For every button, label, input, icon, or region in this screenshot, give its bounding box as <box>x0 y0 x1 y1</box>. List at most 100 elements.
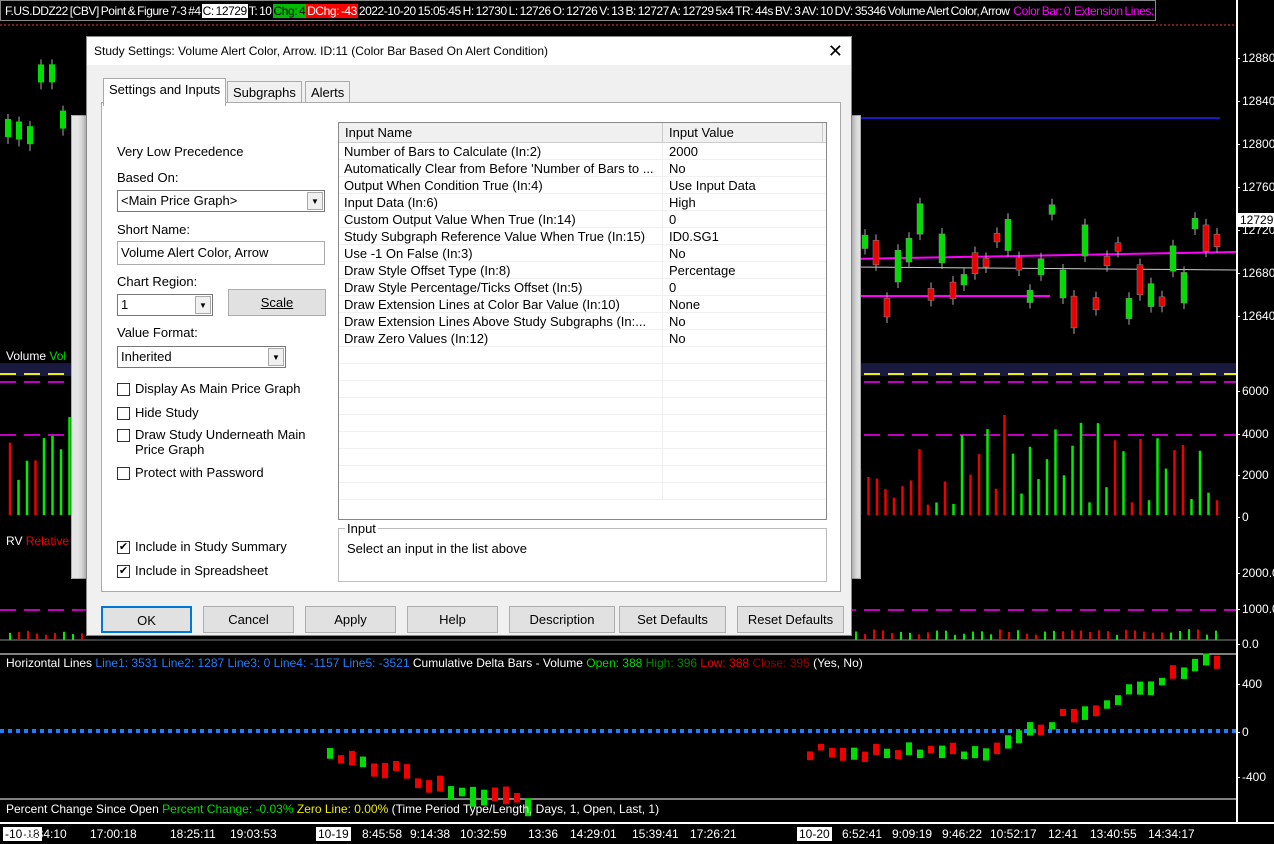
dialog-title: Study Settings: Volume Alert Color, Arro… <box>87 37 851 65</box>
daily-change-value: DChg: -43 <box>306 4 358 18</box>
input-value[interactable]: Use Input Data <box>663 177 756 193</box>
input-value[interactable]: No <box>663 313 686 329</box>
apply-button[interactable]: Apply <box>305 606 396 633</box>
description-button[interactable]: Description <box>509 606 615 633</box>
checkbox-label: Protect with Password <box>135 465 264 480</box>
input-value[interactable]: 2000 <box>663 143 698 159</box>
chart-region-select[interactable]: 1 ▼ <box>117 294 213 316</box>
table-row[interactable]: Draw Zero Values (In:12) No <box>339 330 826 347</box>
input-value[interactable]: No <box>663 160 686 176</box>
time-tick-label: 9:14:38 <box>410 827 451 841</box>
table-row[interactable]: Draw Style Offset Type (In:8) Percentage <box>339 262 826 279</box>
input-name: Draw Extension Lines at Color Bar Value … <box>339 296 663 312</box>
table-row[interactable]: Study Subgraph Reference Value When True… <box>339 228 826 245</box>
checkbox-box[interactable]: ✔ <box>117 565 130 578</box>
time-tick-label: 17:00:18 <box>90 827 137 841</box>
time-tick-label: 10-20 <box>797 827 832 841</box>
close-icon[interactable]: ✕ <box>828 39 843 63</box>
checkbox-1[interactable]: Hide Study <box>117 405 317 420</box>
set-defaults-button[interactable]: Set Defaults <box>619 606 726 633</box>
checkbox-label: Hide Study <box>135 405 199 420</box>
input-name: Output When Condition True (In:4) <box>339 177 663 193</box>
table-row[interactable]: Number of Bars to Calculate (In:2) 2000 <box>339 143 826 160</box>
input-name: Number of Bars to Calculate (In:2) <box>339 143 663 159</box>
ticks-value: T: 10 <box>248 4 272 18</box>
time-tick-label: 18:25:11 <box>170 827 216 841</box>
color-bar-value: Color Bar: 0 <box>1013 4 1071 18</box>
table-row[interactable]: Custom Output Value When True (In:14) 0 <box>339 211 826 228</box>
axis-tick-label: 0.0 <box>1236 637 1259 651</box>
table-row[interactable]: Draw Extension Lines at Color Bar Value … <box>339 296 826 313</box>
table-row[interactable]: Use -1 On False (In:3) No <box>339 245 826 262</box>
price-axis[interactable]: 12880 12840 12800 12760 12720 12680 12640 6000 4… <box>1235 0 1274 822</box>
input-value[interactable]: High <box>663 194 696 210</box>
time-tick-label: 12:41 <box>1048 827 1079 841</box>
input-value[interactable]: No <box>663 245 686 261</box>
checkbox-4[interactable]: ✔ Include in Study Summary <box>117 539 317 554</box>
volume-study-label: Volume Vol <box>6 349 67 363</box>
short-name-input[interactable]: Volume Alert Color, Arrow <box>117 241 325 265</box>
chart-region-label: Chart Region: <box>117 274 198 289</box>
input-value[interactable]: None <box>663 296 700 312</box>
checkbox-box[interactable] <box>117 383 130 396</box>
input-name: Draw Extension Lines Above Study Subgrap… <box>339 313 663 329</box>
checkbox-3[interactable]: Protect with Password <box>117 465 317 480</box>
change-value: Chg: 4 <box>272 4 307 18</box>
axis-tick-label: 2000.0 <box>1236 566 1274 580</box>
input-value[interactable]: ID0.SG1 <box>663 228 719 244</box>
value-format-select[interactable]: Inherited ▼ <box>117 346 286 368</box>
checkbox-box[interactable] <box>117 429 130 442</box>
table-row[interactable]: Draw Style Percentage/Ticks Offset (In:5… <box>339 279 826 296</box>
checkbox-2[interactable]: Draw Study Underneath Main Price Graph <box>117 427 317 457</box>
empty-row <box>339 347 826 364</box>
based-on-select[interactable]: <Main Price Graph> ▼ <box>117 190 325 212</box>
time-tick-label: 9:09:19 <box>892 827 933 841</box>
chevron-down-icon: ▼ <box>195 296 211 314</box>
horizontal-lines-label: Horizontal Lines Line1: 3531 Line2: 1287… <box>6 656 863 670</box>
scale-button[interactable]: Scale <box>228 289 326 316</box>
empty-row <box>339 398 826 415</box>
time-tick-label: 13:40:55 <box>1090 827 1137 841</box>
input-help-text: Select an input in the list above <box>347 541 527 556</box>
based-on-label: Based On: <box>117 170 179 185</box>
axis-tick-label: -400 <box>1235 770 1267 784</box>
input-name: Input Data (In:6) <box>339 194 663 210</box>
column-header-input-value[interactable]: Input Value <box>663 123 823 142</box>
input-value[interactable]: No <box>663 330 686 346</box>
input-value[interactable]: 0 <box>663 211 676 227</box>
table-row[interactable]: Output When Condition True (In:4) Use Inp… <box>339 177 826 194</box>
reset-defaults-button[interactable]: Reset Defaults <box>737 606 844 633</box>
axis-tick-label: 4000 <box>1236 427 1269 441</box>
table-row[interactable]: Automatically Clear from Before 'Number … <box>339 160 826 177</box>
checkbox-label: Display As Main Price Graph <box>135 381 301 396</box>
checkbox-box[interactable] <box>117 467 130 480</box>
checkbox-5[interactable]: ✔ Include in Spreadsheet <box>117 563 317 578</box>
time-tick-label: 6:52:41 <box>842 827 883 841</box>
time-tick-label: 19:03:53 <box>230 827 277 841</box>
chart-header-bar: F.US.DDZ22 [CBV] Point & Figure 7-3 #4 C:… <box>0 0 1156 21</box>
short-name-label: Short Name: <box>117 222 190 237</box>
input-name: Draw Style Offset Type (In:8) <box>339 262 663 278</box>
checkbox-box[interactable] <box>117 407 130 420</box>
empty-row <box>339 381 826 398</box>
axis-tick-label: 12760 <box>1235 180 1274 194</box>
input-value[interactable]: 0 <box>663 279 676 295</box>
column-header-input-name[interactable]: Input Name <box>339 123 663 142</box>
checkbox-box[interactable]: ✔ <box>117 541 130 554</box>
help-button[interactable]: Help <box>407 606 498 633</box>
time-axis[interactable]: -10-18 15:34:10 17:00:18 18:25:11 19:03:53 10… <box>0 822 1274 844</box>
tab-settings-and-inputs[interactable]: Settings and Inputs <box>103 78 227 106</box>
input-name: Automatically Clear from Before 'Number … <box>339 160 663 176</box>
table-row[interactable]: Input Data (In:6) High <box>339 194 826 211</box>
input-name: Study Subgraph Reference Value When True… <box>339 228 663 244</box>
extension-lines-value: Extension Lines: <box>1073 4 1154 18</box>
value-format-label: Value Format: <box>117 325 198 340</box>
checkbox-0[interactable]: Display As Main Price Graph <box>117 381 317 396</box>
input-value[interactable]: Percentage <box>663 262 736 278</box>
table-row[interactable]: Draw Extension Lines Above Study Subgrap… <box>339 313 826 330</box>
cancel-button[interactable]: Cancel <box>203 606 294 633</box>
inputs-table: Input Name Input Value Number of Bars to … <box>338 122 827 520</box>
ok-button[interactable]: OK <box>101 606 192 633</box>
input-name: Use -1 On False (In:3) <box>339 245 663 261</box>
axis-tick-label: 1000.0 <box>1236 602 1274 616</box>
